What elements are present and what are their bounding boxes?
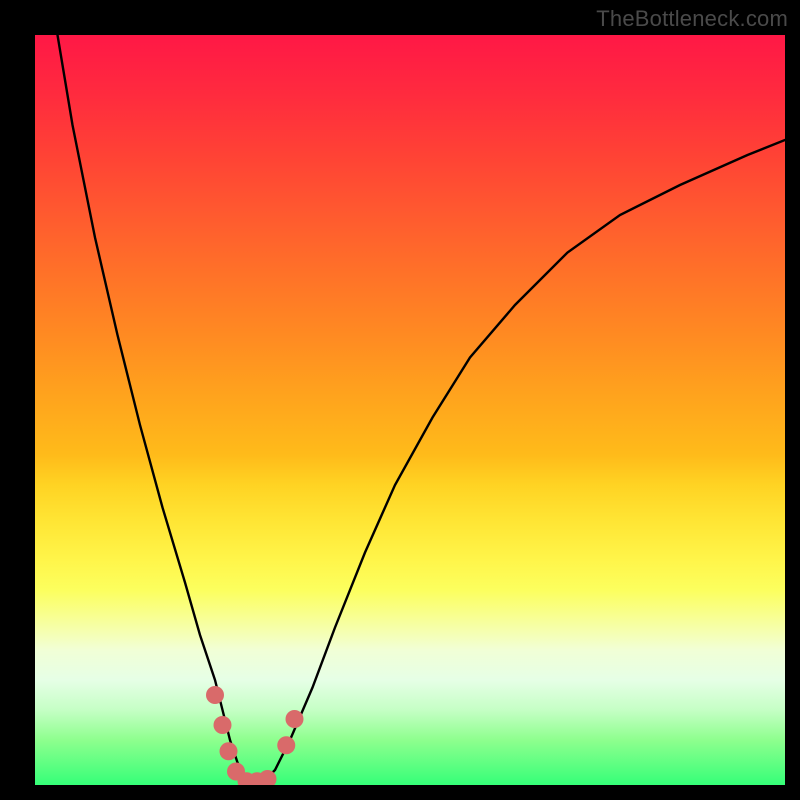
- marker-group: [206, 686, 304, 785]
- marker-dot: [214, 716, 232, 734]
- marker-dot: [277, 736, 295, 754]
- outer-frame: TheBottleneck.com: [0, 0, 800, 800]
- watermark-text: TheBottleneck.com: [596, 6, 788, 32]
- plot-area: [35, 35, 785, 785]
- chart-svg: [35, 35, 785, 785]
- marker-dot: [206, 686, 224, 704]
- marker-dot: [286, 710, 304, 728]
- bottleneck-curve: [58, 35, 786, 785]
- marker-dot: [220, 742, 238, 760]
